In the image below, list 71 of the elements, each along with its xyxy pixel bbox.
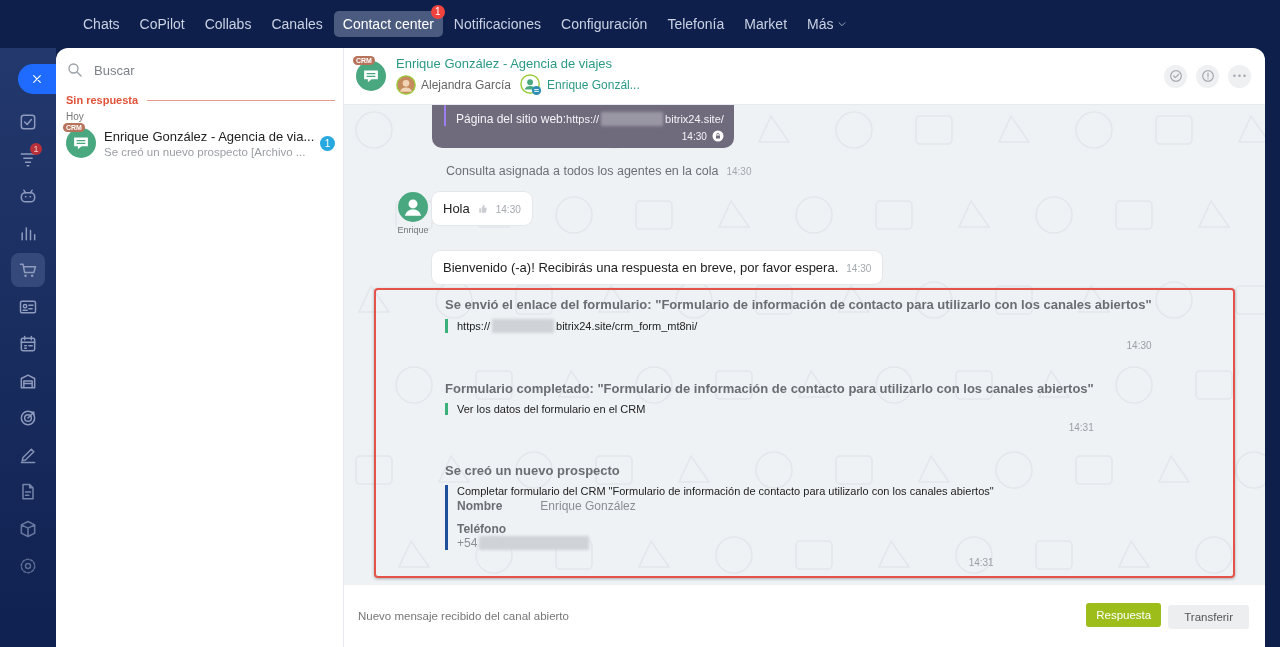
participant-name[interactable]: Enrique Gonzál... — [547, 78, 640, 92]
participant-name[interactable]: Alejandra García — [421, 78, 512, 92]
search-icon — [66, 61, 84, 79]
sidebar-item[interactable]: 1 — [11, 142, 45, 176]
client-avatar-icon — [520, 74, 543, 96]
pen-icon — [18, 445, 38, 465]
nav-tab[interactable]: CoPilot — [130, 11, 194, 37]
message-time: 14:31 — [968, 557, 994, 568]
section-title: Sin respuesta — [66, 94, 139, 106]
user-avatar-icon — [398, 192, 428, 222]
close-button[interactable] — [18, 64, 56, 94]
nav-tab[interactable]: Notificaciones — [444, 11, 550, 37]
link-text[interactable]: https:// — [457, 320, 491, 332]
link-label: Página del sitio web: — [456, 112, 567, 126]
chat-title: Enrique González - Agencia de via... — [104, 128, 312, 144]
unread-counter: 1 — [320, 135, 335, 151]
chat-avatar-icon — [66, 128, 96, 158]
field-value: Enrique González — [540, 499, 636, 513]
redacted-block — [492, 319, 555, 333]
message-time: 14:31 — [1068, 422, 1094, 433]
sidebar-item[interactable] — [11, 253, 45, 287]
gear-icon — [18, 556, 38, 576]
counter-badge: 1 — [430, 5, 445, 19]
date-label: Hoy — [66, 111, 85, 122]
author-name: Enrique — [397, 225, 429, 235]
nav-tab[interactable]: Canales — [262, 11, 332, 37]
nav-tab[interactable]: Más — [798, 11, 857, 37]
message-preview: Se creó un nuevo prospecto [Archivo ... — [104, 145, 307, 158]
field-value: +54 — [457, 536, 478, 550]
chat-avatar-icon — [356, 61, 386, 91]
search-field[interactable]: Buscar — [92, 61, 335, 79]
nav-tab[interactable]: Telefonía — [658, 11, 734, 37]
calendar-icon — [18, 334, 38, 354]
message-time: 14:30 — [495, 204, 521, 215]
nav-tab[interactable]: Chats — [74, 11, 129, 37]
target-icon — [18, 408, 38, 428]
nav-tab[interactable]: Market — [735, 11, 797, 37]
cart-icon — [18, 260, 38, 280]
warning-icon — [1199, 68, 1216, 84]
more-icon — [1233, 74, 1246, 78]
message-time: 14:30 — [726, 166, 752, 177]
link-text[interactable]: https:// — [566, 113, 600, 125]
check-icon — [1167, 68, 1184, 84]
message-time: 14:30 — [681, 130, 707, 142]
counter-badge: 1 — [30, 143, 42, 155]
event-description: Completar formulario del CRM "Formulario de información de contacto para utilizarlo con los canales abiertos" — [457, 485, 994, 497]
message-time: 14:30 — [846, 263, 872, 274]
lock-icon — [711, 130, 724, 142]
status-text: Nuevo mensaje recibido del canal abierto — [358, 610, 569, 622]
checkbox-icon — [18, 112, 38, 132]
event-title: Formulario completado: "Formulario de información de contacto para utilizarlo con los canales abiertos" — [445, 381, 1094, 396]
transfer-button[interactable]: Transferir — [1168, 605, 1249, 629]
chat-title[interactable]: Enrique González - Agencia de viajes — [396, 56, 1154, 71]
field-label: Nombre — [457, 499, 503, 513]
contact-card-icon — [18, 297, 38, 317]
event-link[interactable]: Ver los datos del formulario en el CRM — [457, 403, 1094, 415]
event-title: Se creó un nuevo prospecto — [445, 463, 621, 478]
link-text[interactable]: bitrix24.site/ — [665, 113, 724, 125]
system-message: Consulta asignada a todos los agentes en la cola — [446, 164, 719, 178]
message-text: Hola — [443, 201, 470, 216]
cube-icon — [18, 519, 38, 539]
event-title: Se envió el enlace del formulario: "Formulario de información de contacto para utilizarlo con los canales abiertos" — [445, 297, 1152, 312]
redacted-block — [601, 112, 664, 126]
message-time: 14:30 — [1126, 340, 1152, 351]
robot-icon — [18, 186, 38, 206]
nav-tab[interactable]: Collabs — [195, 11, 261, 37]
field-label: Teléfono — [457, 522, 508, 536]
message-text: Bienvenido (-a)! Recibirás una respuesta en breve, por favor espera. — [443, 260, 839, 275]
link-text[interactable]: bitrix24.site/crm_form_mt8ni/ — [556, 320, 698, 332]
avatar-icon — [396, 75, 416, 95]
nav-tab[interactable]: Configuración — [552, 11, 657, 37]
